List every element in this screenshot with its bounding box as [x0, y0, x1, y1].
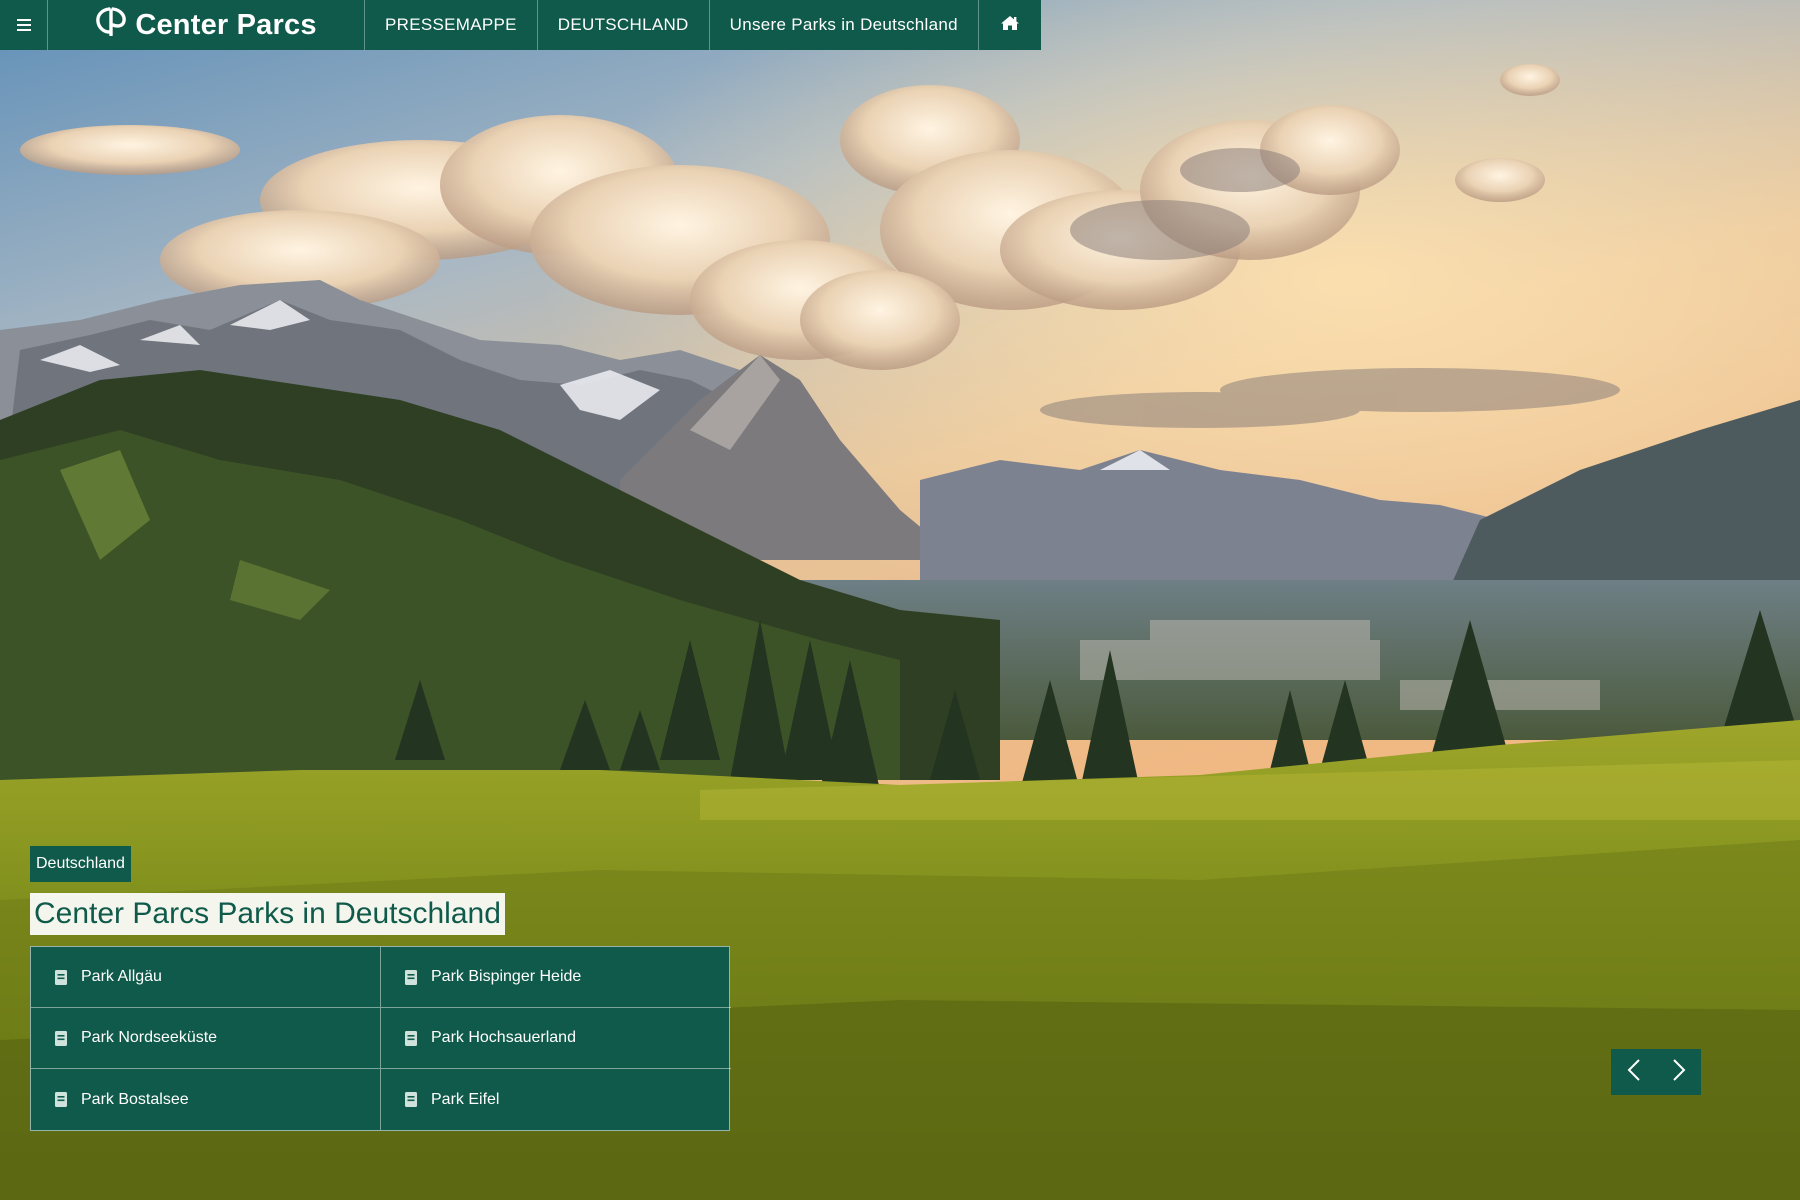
park-link-label: Park Allgäu [81, 968, 162, 985]
top-navigation-bar: Center Parcs PRESSEMAPPE DEUTSCHLAND Uns… [0, 0, 1041, 50]
nav-item-unsere-parks[interactable]: Unsere Parks in Deutschland [710, 0, 979, 50]
document-icon [55, 1092, 67, 1107]
nav-item-label: DEUTSCHLAND [557, 15, 689, 34]
nav-item-label: PRESSEMAPPE [385, 15, 517, 34]
park-link-bispinger-heide[interactable]: Park Bispinger Heide [381, 947, 731, 1008]
page: Center Parcs PRESSEMAPPE DEUTSCHLAND Uns… [0, 0, 1800, 1200]
document-icon [55, 1030, 67, 1046]
document-icon [405, 969, 417, 985]
document-icon [55, 969, 67, 985]
chevron-right-icon [1672, 1058, 1686, 1087]
park-link-allgaeu[interactable]: Park Allgäu [31, 947, 381, 1008]
page-title-text: Center Parcs Parks in Deutschland [34, 897, 501, 930]
carousel-controls [1611, 1049, 1701, 1095]
carousel-prev-button[interactable] [1611, 1049, 1656, 1095]
document-icon [405, 1092, 417, 1107]
park-link-label: Park Bispinger Heide [431, 968, 582, 985]
document-icon [405, 1030, 417, 1046]
park-list: Park Allgäu Park Bispinger Heide Park No… [30, 946, 731, 1131]
park-link-label: Park Eifel [431, 1090, 500, 1108]
park-link-label: Park Hochsauerland [431, 1029, 576, 1046]
menu-button[interactable] [0, 0, 48, 50]
nav-item-deutschland[interactable]: DEUTSCHLAND [538, 0, 710, 50]
brand-name: Center Parcs [135, 8, 317, 41]
park-link-hochsauerland[interactable]: Park Hochsauerland [381, 1008, 731, 1069]
brand-logo[interactable]: Center Parcs [48, 0, 365, 50]
park-link-eifel[interactable]: Park Eifel [381, 1069, 731, 1130]
carousel-next-button[interactable] [1656, 1049, 1701, 1095]
center-parcs-logo-icon [95, 6, 127, 44]
chevron-left-icon [1627, 1058, 1641, 1087]
category-tag-label: Deutschland [36, 855, 125, 872]
category-tag[interactable]: Deutschland [30, 846, 131, 882]
park-link-label: Park Nordseeküste [81, 1029, 218, 1046]
park-link-nordseekueste[interactable]: Park Nordseeküste [31, 1008, 381, 1069]
hamburger-menu-icon [16, 19, 31, 31]
page-title: Center Parcs Parks in Deutschland [30, 893, 505, 935]
nav-item-label: Unsere Parks in Deutschland [729, 15, 958, 34]
home-button[interactable] [979, 0, 1041, 50]
home-icon [1000, 15, 1020, 36]
nav-item-pressemappe[interactable]: PRESSEMAPPE [365, 0, 538, 50]
park-link-bostalsee[interactable]: Park Bostalsee [31, 1069, 381, 1130]
park-link-label: Park Bostalsee [81, 1090, 189, 1108]
